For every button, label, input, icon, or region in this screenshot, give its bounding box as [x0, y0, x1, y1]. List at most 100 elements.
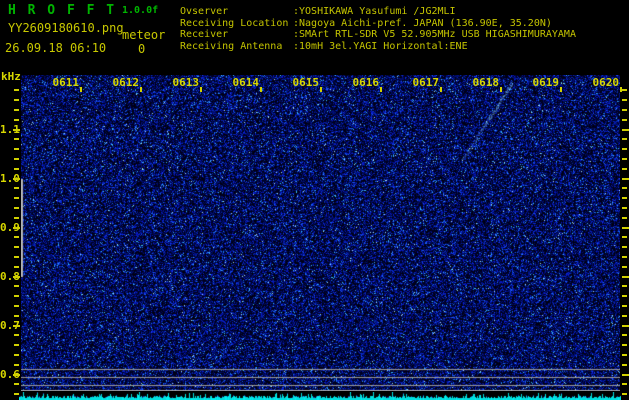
y-axis-tick: [13, 276, 20, 278]
x-axis-tick: [200, 87, 202, 92]
station-row-label: Receiver: [180, 29, 229, 41]
y-axis-tick: [13, 178, 20, 180]
y-axis-tick: [622, 227, 629, 229]
y-axis-tick-label: 0.6: [0, 367, 20, 381]
station-row-value: :10mH 3el.YAGI Horizontal:ENE: [293, 40, 468, 52]
y-axis-tick: [622, 138, 627, 140]
y-axis-tick: [622, 109, 627, 111]
station-row-value: :YOSHIKAWA Yasufumi /JG2MLI: [293, 6, 456, 17]
y-axis-tick: [14, 354, 19, 356]
y-axis-tick: [622, 315, 627, 317]
app-title: H R O F F T: [8, 3, 117, 18]
y-axis-tick: [622, 295, 627, 297]
y-axis-tick: [622, 207, 627, 209]
y-axis-tick: [622, 305, 627, 307]
y-axis-tick: [622, 99, 627, 101]
station-info: Ovserver:YOSHIKAWA Yasufumi /JG2MLI Recei…: [180, 6, 576, 52]
y-axis-tick: [14, 344, 19, 346]
y-axis-tick-label: 1.1: [0, 122, 20, 136]
y-axis-tick: [622, 178, 629, 180]
x-axis-tick: [560, 87, 562, 92]
x-axis-tick: [620, 87, 622, 92]
y-axis-tick: [622, 168, 627, 170]
station-row: Receiving Antenna :10mH 3el.YAGI Horizont…: [180, 41, 576, 53]
output-filename-label: YY2609180610.png: [8, 21, 124, 35]
y-axis-tick: [14, 315, 19, 317]
y-axis-tick: [622, 197, 627, 199]
y-axis-tick: [14, 305, 19, 307]
y-axis-tick: [622, 383, 627, 385]
y-axis-tick: [14, 236, 19, 238]
x-axis-tick: [320, 87, 322, 92]
y-axis-tick: [622, 148, 627, 150]
y-axis-tick-label: 1.0: [0, 171, 20, 185]
y-axis-tick: [13, 374, 20, 376]
y-axis-tick: [622, 256, 627, 258]
x-axis-tick-label: 0620: [592, 76, 620, 89]
x-axis-tick: [500, 87, 502, 92]
x-axis-tick: [440, 87, 442, 92]
meteor-count-label: 0: [138, 42, 146, 56]
station-row-label: Ovserver: [180, 6, 229, 17]
y-axis-tick: [14, 138, 19, 140]
y-axis-tick: [14, 266, 19, 268]
y-axis-tick: [622, 344, 627, 346]
y-axis-tick: [14, 99, 19, 101]
y-axis-tick: [14, 148, 19, 150]
x-axis-tick: [260, 87, 262, 92]
spectrogram-canvas: [21, 75, 620, 391]
y-axis-tick: [13, 325, 20, 327]
y-axis-tick: [622, 89, 627, 91]
y-axis-tick: [622, 158, 627, 160]
y-axis-tick: [13, 227, 20, 229]
y-axis-tick: [14, 217, 19, 219]
x-axis-tick-label: 0615: [292, 76, 320, 89]
y-axis-tick: [14, 383, 19, 385]
y-axis-tick: [14, 187, 19, 189]
y-axis-tick: [13, 129, 20, 131]
x-axis-tick: [80, 87, 82, 92]
mode-label: meteor: [122, 28, 166, 42]
station-row: Receiver :SMArt RTL-SDR V5 52.905MHz USB …: [180, 29, 576, 41]
y-axis-tick: [14, 168, 19, 170]
y-axis-tick: [622, 129, 629, 131]
y-axis-tick: [14, 393, 19, 395]
y-axis-tick: [14, 109, 19, 111]
x-axis-tick-label: 0619: [532, 76, 560, 89]
datetime-label: 26.09.18 06:10: [5, 41, 107, 55]
y-axis-tick: [622, 354, 627, 356]
y-axis-tick: [14, 334, 19, 336]
x-axis-tick: [140, 87, 142, 92]
hrofft-screenshot: { "app": { "title": "H R O F F T", "vers…: [0, 0, 629, 400]
x-axis-tick-label: 0618: [472, 76, 500, 89]
y-axis-tick: [622, 334, 627, 336]
y-axis-tick: [622, 119, 627, 121]
y-axis-tick-label: 0.8: [0, 269, 20, 283]
y-axis-tick: [622, 374, 629, 376]
y-axis-tick: [622, 276, 629, 278]
y-axis-tick: [622, 285, 627, 287]
station-row-label: Receiving Location: [180, 17, 289, 29]
station-row: Receiving Location :Nagoya Aichi-pref. JA…: [180, 18, 576, 30]
x-axis-tick-label: 0617: [412, 76, 440, 89]
y-axis-tick-label: 0.9: [0, 220, 20, 234]
x-axis-tick-label: 0613: [172, 76, 200, 89]
x-axis-tick: [380, 87, 382, 92]
y-axis-tick: [14, 246, 19, 248]
station-row-value: :Nagoya Aichi-pref. JAPAN (136.90E, 35.2…: [293, 17, 552, 29]
y-axis-tick: [622, 266, 627, 268]
y-axis-tick: [622, 246, 627, 248]
y-axis-tick: [14, 256, 19, 258]
y-axis-tick: [14, 285, 19, 287]
y-axis-tick: [14, 158, 19, 160]
station-row: Ovserver :YOSHIKAWA Yasufumi /JG2MLI: [180, 6, 576, 18]
y-axis-tick: [622, 187, 627, 189]
y-axis-unit-label: kHz: [1, 70, 21, 83]
station-row-value: :SMArt RTL-SDR V5 52.905MHz USB HIGASHIM…: [293, 29, 576, 41]
y-axis-tick: [14, 119, 19, 121]
app-version-label: 1.0.0f: [122, 5, 159, 16]
y-axis-tick: [622, 364, 627, 366]
y-axis-tick: [622, 236, 627, 238]
y-axis-tick-label: 0.7: [0, 318, 20, 332]
station-row-label: Receiving Antenna: [180, 40, 283, 52]
